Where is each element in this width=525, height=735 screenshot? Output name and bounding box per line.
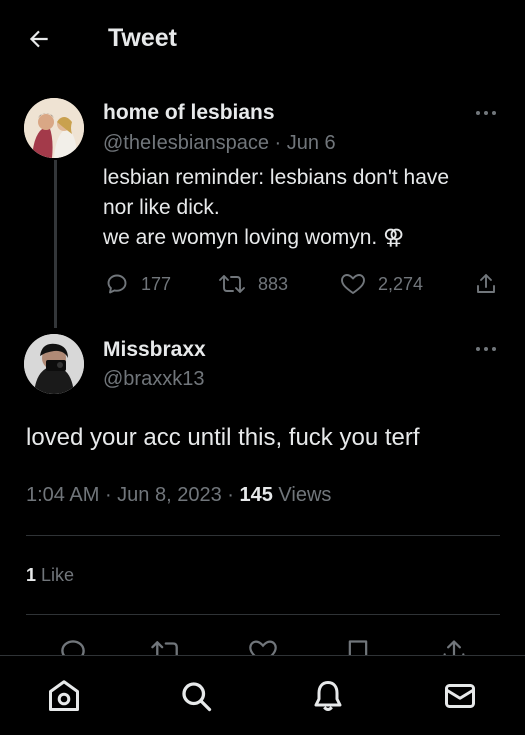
likes-count: 1 <box>26 565 37 585</box>
messages-icon[interactable] <box>442 678 478 714</box>
retweet-count: 883 <box>258 273 289 294</box>
avatar-image <box>24 334 84 394</box>
retweet-button[interactable]: 883 <box>218 272 288 296</box>
top-bar: Tweet <box>0 0 525 78</box>
author-handle[interactable]: @theIesbianspace <box>103 132 269 154</box>
heart-icon[interactable] <box>248 637 278 655</box>
share-icon[interactable] <box>474 272 498 296</box>
likes-label: Like <box>41 565 75 585</box>
author-handle-row: @theIesbianspace · Jun 6 <box>103 132 336 155</box>
author-name[interactable]: home of lesbians <box>103 101 275 125</box>
reply-tweet-text: loved your acc until this, fuck you terf <box>26 424 420 451</box>
likes-summary[interactable]: 1 Like <box>26 565 74 586</box>
separator-dot: · <box>104 484 118 506</box>
views-count: 145 <box>239 484 273 506</box>
tweet-text-line: we are womyn loving womyn. ⚢ <box>103 226 405 249</box>
views-label: Views <box>278 484 332 506</box>
reply-icon <box>107 274 127 294</box>
avatar-image <box>24 98 84 158</box>
author-handle[interactable]: @braxxk13 <box>103 368 204 391</box>
tweet-text-line: lesbian reminder: lesbians don't have <box>103 166 450 189</box>
reply-action-bar <box>0 625 525 655</box>
author-name[interactable]: Missbraxx <box>103 338 206 362</box>
reply-count: 177 <box>141 273 172 294</box>
divider <box>26 614 500 615</box>
back-arrow-icon[interactable] <box>26 26 52 52</box>
more-options-icon[interactable] <box>474 344 498 354</box>
reply-button[interactable]: 177 <box>105 272 171 296</box>
share-icon[interactable] <box>440 637 468 655</box>
page-title: Tweet <box>108 24 177 52</box>
tweet-date[interactable]: Jun 6 <box>287 132 336 154</box>
bottom-navigation <box>0 655 525 735</box>
like-count: 2,274 <box>378 273 424 294</box>
search-icon[interactable] <box>178 678 214 714</box>
avatar[interactable] <box>24 98 84 158</box>
separator-dot: · <box>274 132 287 154</box>
tweet-metadata: 1:04 AM · Jun 8, 2023 · 145 Views <box>26 484 331 507</box>
home-icon[interactable] <box>46 678 82 714</box>
bookmark-icon[interactable] <box>344 637 372 655</box>
tweet-time[interactable]: 1:04 AM <box>26 484 99 506</box>
like-button[interactable]: 2,274 <box>340 272 423 296</box>
separator-dot: · <box>227 484 240 506</box>
more-options-icon[interactable] <box>474 108 498 118</box>
avatar[interactable] <box>24 334 84 394</box>
divider <box>26 535 500 536</box>
notifications-icon[interactable] <box>310 678 346 714</box>
tweet-full-date[interactable]: Jun 8, 2023 <box>117 484 222 506</box>
reply-icon[interactable] <box>58 637 88 655</box>
heart-icon <box>341 274 365 294</box>
thread-connector-line <box>54 160 57 328</box>
tweet-text: lesbian reminder: lesbians don't have no… <box>103 163 503 253</box>
tweet-text-line: nor like dick. <box>103 196 220 219</box>
retweet-icon <box>219 275 245 293</box>
retweet-icon[interactable] <box>150 637 184 655</box>
